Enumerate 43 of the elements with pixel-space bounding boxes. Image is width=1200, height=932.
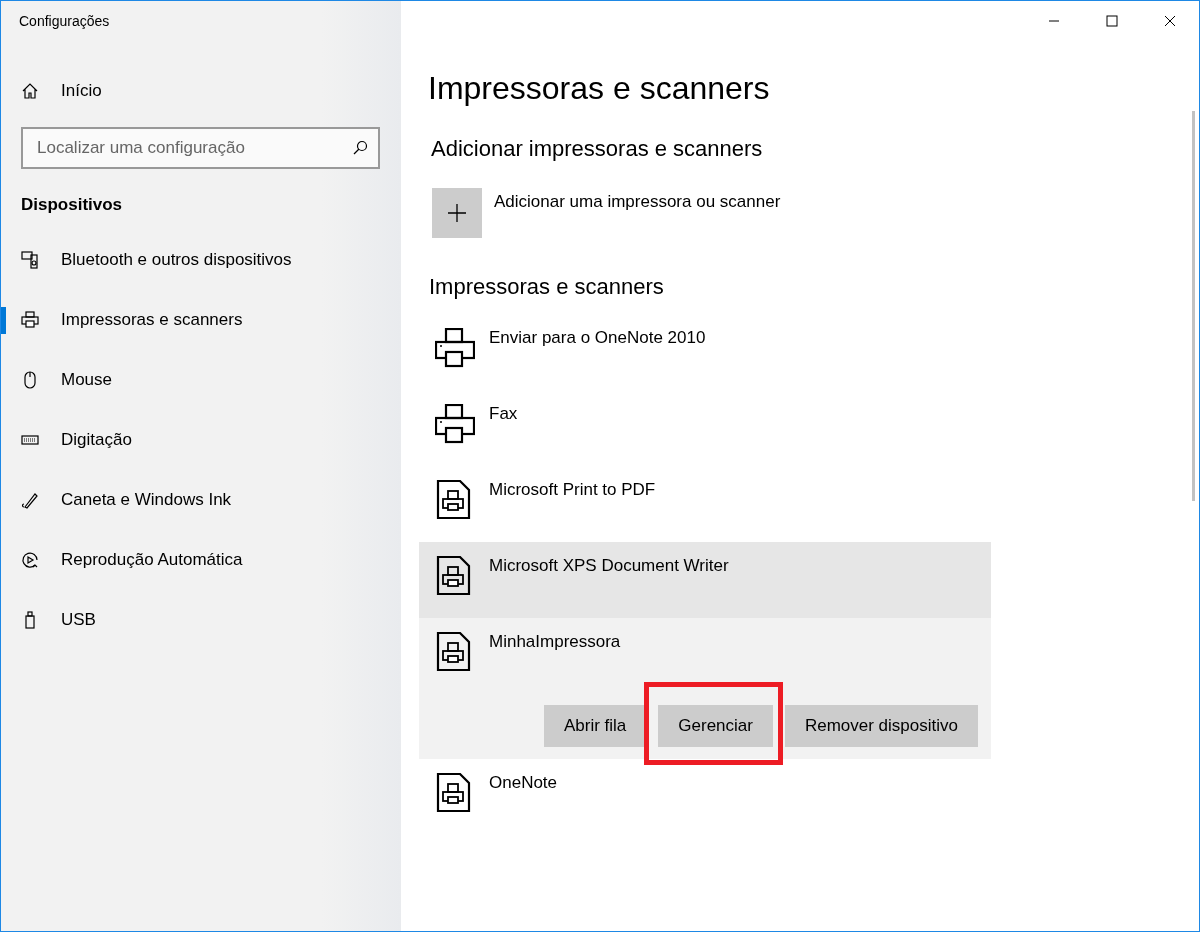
printer-item[interactable]: Enviar para o OneNote 2010: [419, 314, 991, 390]
printer-icon: [435, 328, 475, 368]
printer-name: OneNote: [489, 773, 558, 793]
search-icon: [352, 140, 368, 156]
search-field[interactable]: Localizar uma configuração: [21, 127, 380, 169]
close-icon: [1164, 15, 1176, 27]
printer-name: Microsoft XPS Document Writer: [489, 556, 729, 576]
printer-name: Fax: [489, 404, 518, 424]
maximize-icon: [1106, 15, 1118, 27]
home-icon: [21, 82, 39, 100]
keyboard-speaker-icon: [21, 251, 39, 269]
plus-icon: [447, 203, 467, 223]
sidebar-item[interactable]: Caneta e Windows Ink: [1, 470, 401, 530]
home-link[interactable]: Início: [1, 73, 102, 109]
sidebar-item[interactable]: Mouse: [1, 350, 401, 410]
add-printer-link[interactable]: Adicionar uma impressora ou scanner: [494, 192, 781, 212]
sidebar-item[interactable]: USB: [1, 590, 401, 650]
sidebar-item[interactable]: Bluetooth e outros dispositivos: [1, 230, 401, 290]
sidebar-item[interactable]: Impressoras e scanners: [1, 290, 401, 350]
add-button[interactable]: [432, 188, 482, 238]
printer-icon: [21, 311, 39, 329]
section-heading: Dispositivos: [21, 195, 123, 216]
section-heading: Impressoras e scanners: [429, 274, 664, 301]
action-button[interactable]: Abrir fila: [543, 705, 647, 747]
printer-item[interactable]: Microsoft XPS Document Writer: [419, 542, 991, 618]
action-button[interactable]: Gerenciar: [658, 705, 773, 747]
printer-item[interactable]: Fax: [419, 390, 991, 466]
printer-name: Microsoft Print to PDF: [489, 480, 656, 500]
action-button[interactable]: Remover dispositivo: [784, 705, 978, 747]
window-title: Configurações: [18, 12, 110, 31]
scrollbar[interactable]: [1192, 111, 1195, 501]
printer-item[interactable]: Microsoft Print to PDF: [419, 466, 991, 542]
printer-name: MinhaImpressora: [489, 632, 621, 652]
printer-name: Enviar para o OneNote 2010: [489, 328, 706, 348]
sidebar-item[interactable]: Reprodução Automática: [1, 530, 401, 590]
page-title: Impressoras e scanners: [428, 70, 770, 108]
pen-icon: [21, 491, 39, 509]
section-heading: Adicionar impressoras e scanners: [431, 136, 763, 163]
sidebar-item[interactable]: Digitação: [1, 410, 401, 470]
printer-icon: [435, 404, 475, 444]
play-circle-icon: [21, 551, 39, 569]
printer-item[interactable]: OneNote: [419, 759, 991, 835]
mouse-icon: [21, 371, 39, 389]
